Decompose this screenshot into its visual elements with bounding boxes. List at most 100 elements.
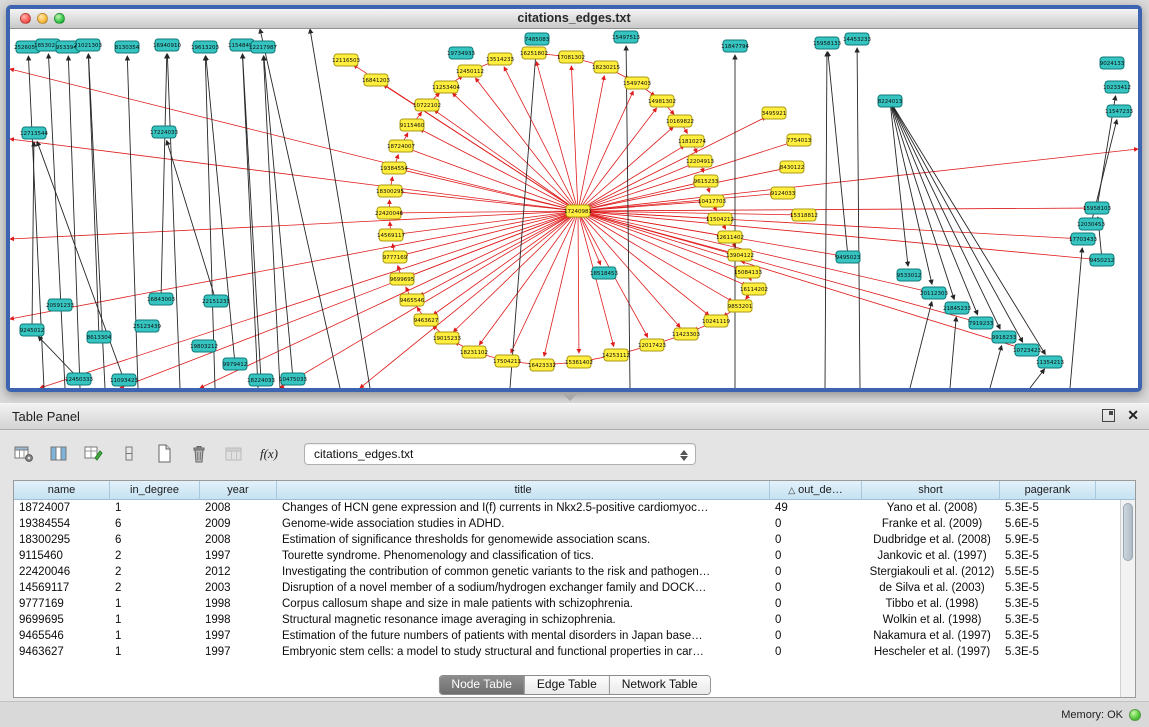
graph-edge[interactable]	[453, 93, 578, 211]
graph-node[interactable]: 20591233	[46, 299, 74, 311]
graph-edge[interactable]	[511, 211, 578, 353]
graph-edge[interactable]	[578, 143, 790, 211]
graph-node[interactable]: 9495023	[836, 251, 861, 263]
delete-button[interactable]	[185, 441, 213, 467]
graph-node[interactable]: 15361402	[565, 356, 593, 368]
graph-edge[interactable]	[420, 129, 578, 211]
cell-pagerank[interactable]: 5.3E-5	[1000, 548, 1096, 564]
graph-node[interactable]: 9450212	[1090, 254, 1115, 266]
graph-edge[interactable]	[167, 54, 180, 388]
cell-name[interactable]: 9115460	[14, 548, 110, 564]
graph-node[interactable]: 18224033	[247, 374, 275, 386]
graph-node[interactable]: 19613203	[191, 41, 219, 53]
graph-edge[interactable]	[990, 346, 1002, 388]
cell-name[interactable]: 22420046	[14, 564, 110, 580]
cell-in_degree[interactable]: 2	[110, 580, 200, 596]
graph-node[interactable]: 12217987	[249, 41, 277, 53]
cell-in_degree[interactable]: 1	[110, 500, 200, 516]
graph-node[interactable]: 9245012	[20, 324, 45, 336]
graph-node[interactable]: 11354213	[1036, 356, 1064, 368]
graph-node[interactable]: 16251802	[520, 47, 548, 59]
cell-pagerank[interactable]: 5.6E-5	[1000, 516, 1096, 532]
graph-edge[interactable]	[544, 211, 578, 356]
graph-node[interactable]: 18724007	[387, 140, 415, 152]
graph-edge[interactable]	[857, 48, 860, 388]
cell-pagerank[interactable]: 5.3E-5	[1000, 628, 1096, 644]
cell-out_degree[interactable]: 0	[770, 644, 862, 660]
graph-edge[interactable]	[578, 208, 1088, 211]
graph-edge[interactable]	[626, 46, 630, 388]
graph-node[interactable]: 9115460	[400, 119, 425, 131]
graph-node[interactable]: 11504212	[706, 213, 734, 225]
table-settings-button[interactable]	[10, 441, 38, 467]
cell-in_degree[interactable]: 2	[110, 548, 200, 564]
cell-out_degree[interactable]: 0	[770, 580, 862, 596]
table-row[interactable]: 1938455462009Genome-wide association stu…	[14, 516, 1120, 532]
graph-node[interactable]: 21021303	[74, 39, 102, 51]
graph-edge[interactable]	[161, 54, 167, 299]
graph-edge[interactable]	[510, 48, 536, 388]
column-header-short[interactable]: short	[862, 481, 1000, 500]
cell-title[interactable]: Corpus callosum shape and size in male p…	[277, 596, 770, 612]
cell-year[interactable]: 2009	[200, 516, 277, 532]
graph-node[interactable]: 13904122	[726, 249, 754, 261]
graph-node[interactable]: 16114202	[740, 283, 768, 295]
graph-node[interactable]: 11547233	[1105, 105, 1133, 117]
graph-node[interactable]: 12017423	[638, 339, 666, 351]
network-table-dropdown[interactable]: citations_edges.txt	[304, 443, 696, 465]
graph-edge[interactable]	[578, 211, 579, 353]
cell-pagerank[interactable]: 5.9E-5	[1000, 532, 1096, 548]
graph-node[interactable]: 3495921	[762, 107, 787, 119]
graph-node[interactable]: 9124033	[771, 187, 796, 199]
graph-node[interactable]: 11253404	[432, 81, 460, 93]
graph-node[interactable]: 8224013	[878, 95, 903, 107]
cell-title[interactable]: Tourette syndrome. Phenomenology and cla…	[277, 548, 770, 564]
graph-node[interactable]: 13514233	[486, 53, 514, 65]
cell-year[interactable]: 2008	[200, 532, 277, 548]
graph-edge[interactable]	[475, 78, 578, 211]
cell-title[interactable]: Estimation of the future numbers of pati…	[277, 628, 770, 644]
cell-year[interactable]: 1997	[200, 644, 277, 660]
graph-node[interactable]: 9463627	[414, 314, 439, 326]
graph-node[interactable]: 10475033	[279, 373, 307, 385]
graph-node[interactable]: 15958103	[1083, 202, 1111, 214]
graph-node[interactable]: 12611402	[716, 231, 744, 243]
graph-node[interactable]: 17224033	[150, 126, 178, 138]
cell-title[interactable]: Investigating the contribution of common…	[277, 564, 770, 580]
graph-node[interactable]: 14569117	[377, 229, 405, 241]
table-row[interactable]: 946362711997Embryonic stem cells: a mode…	[14, 644, 1120, 660]
graph-edge[interactable]	[479, 211, 578, 345]
show-columns-button[interactable]	[45, 441, 73, 467]
column-header-name[interactable]: name	[14, 481, 110, 500]
cell-short[interactable]: Hescheler et al. (1997)	[862, 644, 1000, 660]
cell-in_degree[interactable]: 1	[110, 596, 200, 612]
cell-short[interactable]: Franke et al. (2009)	[862, 516, 1000, 532]
graph-edge[interactable]	[404, 211, 578, 255]
graph-node[interactable]: 12713544	[20, 127, 48, 139]
cell-year[interactable]: 1998	[200, 612, 277, 628]
graph-node[interactable]: 10169822	[666, 115, 694, 127]
cell-out_degree[interactable]: 0	[770, 516, 862, 532]
cell-short[interactable]: Dudbridge et al. (2008)	[862, 532, 1000, 548]
graph-node[interactable]: 18231102	[460, 346, 488, 358]
graph-node[interactable]: 22420046	[375, 207, 403, 219]
tab-network-table[interactable]: Network Table	[610, 676, 710, 694]
graph-node[interactable]: 18300295	[376, 185, 404, 197]
rows-button[interactable]	[115, 441, 143, 467]
graph-node[interactable]: 16841203	[362, 74, 390, 86]
graph-node[interactable]: 17081302	[557, 51, 585, 63]
cell-short[interactable]: Stergiakouli et al. (2012)	[862, 564, 1000, 580]
graph-node[interactable]: 8130354	[115, 41, 140, 53]
edit-table-button[interactable]	[80, 441, 108, 467]
graph-node[interactable]: 16843003	[147, 293, 175, 305]
cell-name[interactable]: 14569117	[14, 580, 110, 596]
tab-node-table[interactable]: Node Table	[439, 676, 525, 694]
graph-node[interactable]: 18230215	[592, 61, 620, 73]
cell-name[interactable]: 9699695	[14, 612, 110, 628]
graph-edge[interactable]	[420, 211, 578, 296]
cell-short[interactable]: Nakamura et al. (1997)	[862, 628, 1000, 644]
column-header-out_degree[interactable]: △out_de…	[770, 481, 862, 500]
graph-node[interactable]: 17703433	[1069, 233, 1097, 245]
graph-edge[interactable]	[890, 101, 1045, 354]
table-row[interactable]: 977716911998Corpus callosum shape and si…	[14, 596, 1120, 612]
